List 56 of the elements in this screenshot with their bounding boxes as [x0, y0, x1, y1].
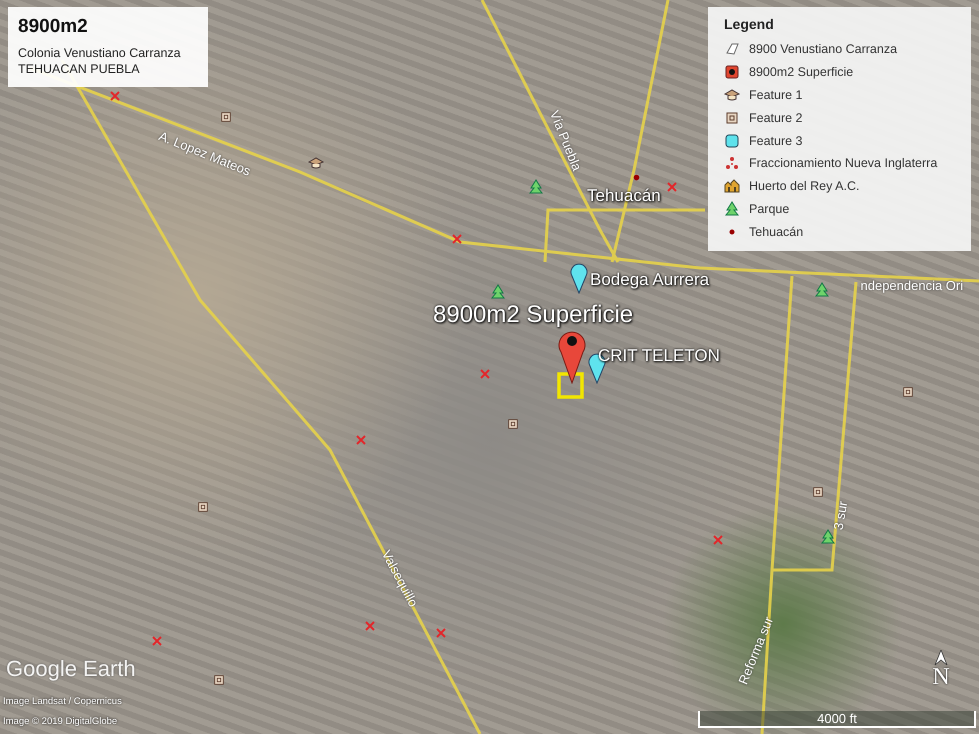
x-mark-icon	[667, 182, 677, 192]
x-mark-icon	[713, 535, 723, 545]
square-icon	[213, 674, 225, 686]
placemark-label: Bodega Aurrera	[590, 270, 710, 290]
legend-title: Legend	[724, 16, 775, 32]
placemark-label: 8900m2 Superficie	[433, 301, 634, 329]
scale-bar: 4000 ft	[698, 711, 976, 728]
tree-icon	[490, 284, 506, 300]
compass-letter: N	[932, 666, 950, 688]
x-mark-icon	[152, 636, 162, 646]
road-label: Vía Puebla	[546, 108, 585, 172]
x-mark-icon	[356, 435, 366, 445]
square-icon	[220, 111, 232, 123]
square-icon	[902, 386, 914, 398]
tree-icon	[814, 282, 830, 298]
polygon-icon	[724, 41, 740, 58]
info-title: 8900m2	[18, 16, 89, 38]
legend-label: Fraccionamiento Nueva Inglaterra	[749, 156, 938, 170]
logo: Google Earth	[6, 656, 136, 682]
legend-label: Huerto del Rey A.C.	[749, 179, 860, 194]
square-icon	[724, 110, 740, 126]
road-label: 3 sur	[830, 499, 850, 531]
legend-label: 8900m2 Superficie	[749, 65, 854, 80]
placemark-label: CRIT TELETON	[598, 346, 720, 366]
road-label: ndependencia Ori	[860, 278, 964, 292]
attribution-text: Image Landsat / Copernicus	[3, 696, 122, 707]
building-icon	[724, 178, 740, 194]
square-icon	[724, 132, 740, 149]
info-text: TEHUACAN PUEBLA	[18, 61, 141, 77]
tree-icon	[528, 179, 544, 195]
x-mark-icon	[480, 369, 490, 379]
square-icon	[507, 418, 519, 430]
attribution-text: Image © 2019 DigitalGlobe	[3, 716, 118, 727]
tree-icon	[724, 200, 740, 217]
legend-label: Parque	[749, 202, 790, 216]
x-mark-icon	[452, 234, 462, 244]
pin-icon	[570, 262, 588, 294]
placemark-label: Tehuacán	[587, 186, 661, 206]
tree-icon	[820, 529, 836, 545]
legend-label: Feature 3	[749, 134, 803, 148]
square-icon	[812, 486, 824, 498]
dot-icon	[632, 173, 641, 182]
dots-icon	[724, 155, 740, 172]
x-mark-icon	[110, 91, 120, 101]
info-text: Colonia Venustiano Carranza	[18, 45, 182, 61]
square-outline-icon	[557, 372, 584, 399]
legend-label: Feature 1	[749, 88, 803, 102]
cap-icon	[724, 86, 740, 103]
legend-label: Tehuacán	[749, 224, 804, 239]
cap-icon	[308, 155, 324, 171]
legend-label: 8900 Venustiano Carranza	[749, 42, 898, 56]
legend-label: Feature 2	[749, 110, 803, 125]
x-mark-icon	[365, 621, 375, 631]
square-icon	[197, 501, 209, 513]
arrow-icon	[934, 650, 948, 666]
x-mark-icon	[436, 628, 446, 638]
